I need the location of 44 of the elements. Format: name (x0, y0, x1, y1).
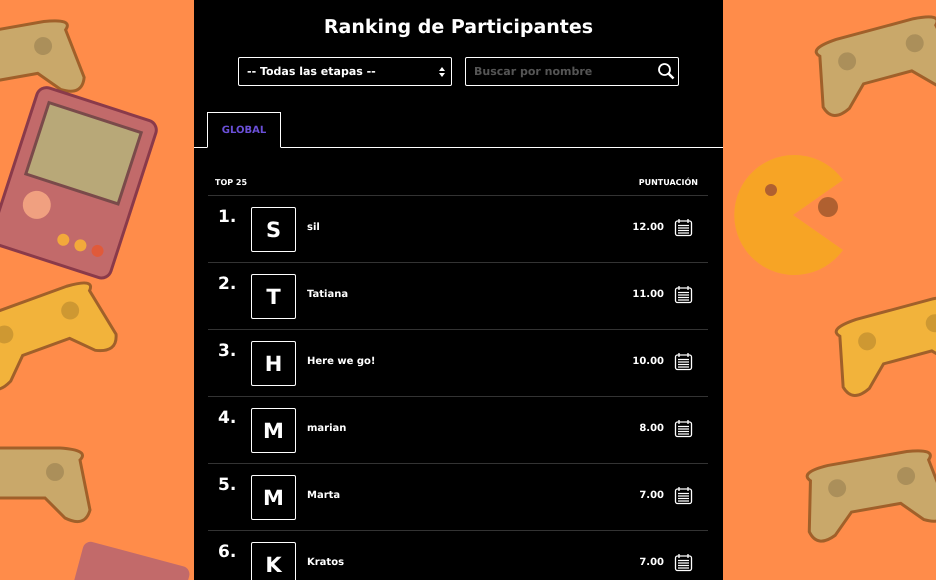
avatar-initial: M (251, 475, 296, 520)
rank-number: 3. (217, 341, 238, 361)
calendar-icon (674, 553, 693, 572)
score: 11.00 (632, 289, 664, 300)
avatar-initial: M (251, 408, 296, 453)
avatar-initial: H (251, 341, 296, 386)
search-icon (657, 62, 675, 80)
sort-caret-icon (439, 66, 445, 76)
avatar-initial: S (251, 207, 296, 252)
score: 7.00 (639, 557, 664, 568)
calendar-icon (674, 419, 693, 438)
search-field[interactable]: Buscar por nombre (465, 57, 679, 86)
calendar-button[interactable] (674, 352, 693, 371)
participant-name: Here we go! (307, 356, 376, 367)
participant-name: sil (307, 222, 321, 233)
rank-number: 6. (217, 542, 238, 562)
participant-name: Tatiana (307, 289, 350, 300)
page-title: Ranking de Participantes (324, 16, 594, 38)
calendar-button[interactable] (674, 419, 693, 438)
score: 12.00 (632, 222, 664, 233)
participant-name: marian (307, 423, 348, 434)
calendar-button[interactable] (674, 553, 693, 572)
calendar-icon (674, 218, 693, 237)
column-header: TOP 25 (215, 178, 248, 187)
stage-dropdown[interactable]: -- Todas las etapas -- (238, 57, 452, 86)
calendar-icon (674, 486, 693, 505)
column-header: PUNTUACIÓN (638, 178, 698, 187)
rank-number: 1. (217, 207, 238, 227)
calendar-icon (674, 352, 693, 371)
calendar-button[interactable] (674, 285, 693, 304)
calendar-icon (674, 285, 693, 304)
participant-name: Kratos (307, 557, 346, 568)
participant-name: Marta (307, 490, 342, 501)
rank-number: 4. (217, 408, 238, 428)
score: 7.00 (639, 490, 664, 501)
calendar-button[interactable] (674, 218, 693, 237)
avatar-initial: T (251, 274, 296, 319)
score: 8.00 (639, 423, 664, 434)
avatar-initial: K (251, 542, 296, 580)
rank-number: 2. (217, 274, 238, 294)
calendar-button[interactable] (674, 486, 693, 505)
tab[interactable]: GLOBAL (207, 112, 281, 148)
rank-number: 5. (217, 475, 238, 495)
score: 10.00 (632, 356, 664, 367)
